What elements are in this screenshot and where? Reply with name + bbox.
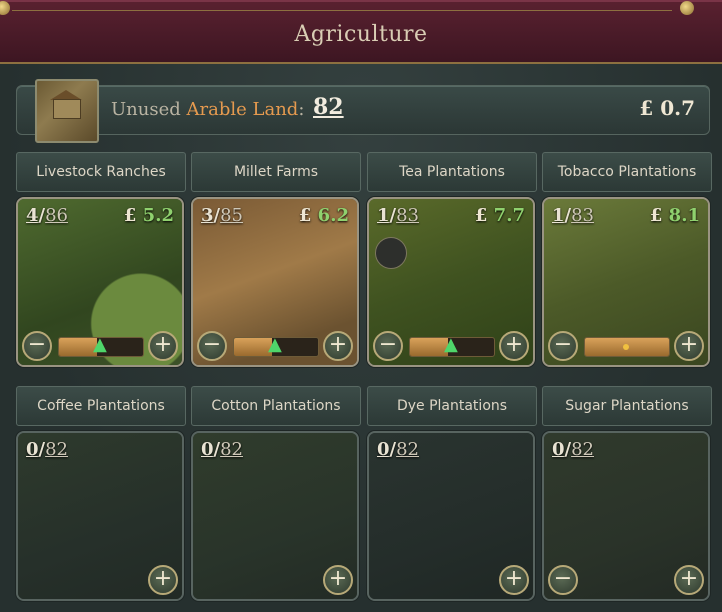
building-tile-sugar-plantations[interactable]: 0/82 − + [542, 431, 710, 601]
construction-progress-bar[interactable]: ▲ [233, 337, 319, 357]
level-value: 0 [552, 439, 565, 460]
construction-progress-bar[interactable]: ▲ [409, 337, 495, 357]
level-max: 82 [220, 439, 244, 460]
downsize-button[interactable]: − [548, 565, 578, 595]
unused-arable-land-bar: Unused Arable Land: 82 £ 0.7 [16, 79, 710, 143]
building-name-tobacco-plantations[interactable]: Tobacco Plantations [542, 152, 712, 192]
building-level[interactable]: 0/82 [552, 439, 594, 460]
page-title: Agriculture [294, 22, 428, 47]
building-tile-tobacco-plantations[interactable]: 1/83 £ 8.1 − + [542, 197, 710, 367]
building-level[interactable]: 0/82 [26, 439, 68, 460]
expand-button[interactable]: + [323, 565, 353, 595]
profit-value: 6.2 [317, 205, 349, 226]
arable-land-label: Unused Arable Land: [111, 99, 305, 120]
expand-button[interactable]: + [148, 565, 178, 595]
expand-button[interactable]: + [323, 331, 353, 361]
currency-icon: £ [123, 205, 143, 226]
level-value: 3 [201, 205, 214, 226]
building-name-millet-farms[interactable]: Millet Farms [191, 152, 361, 192]
title-divider [12, 10, 672, 11]
level-value: 1 [377, 205, 390, 226]
arable-land-money: £ 0.7 [639, 96, 695, 120]
arable-land-value[interactable]: 82 [313, 94, 344, 120]
building-level[interactable]: 0/82 [377, 439, 419, 460]
level-max: 83 [396, 205, 420, 226]
building-tile-cotton-plantations[interactable]: 0/82 + [191, 431, 359, 601]
building-tile-millet-farms[interactable]: 3/85 £ 6.2 − ▲ + [191, 197, 359, 367]
building-name-livestock-ranches[interactable]: Livestock Ranches [16, 152, 186, 192]
currency-icon: £ [474, 205, 494, 226]
corner-ornament-icon [680, 1, 694, 15]
progress-fill [410, 338, 448, 356]
progress-fill [234, 338, 272, 356]
building-level[interactable]: 4/86 [26, 205, 68, 226]
arable-land-link[interactable]: Arable Land [187, 99, 299, 120]
construction-progress-bar[interactable] [584, 337, 670, 357]
building-name-coffee-plantations[interactable]: Coffee Plantations [16, 386, 186, 426]
corner-ornament-icon [0, 1, 10, 15]
building-level[interactable]: 0/82 [201, 439, 243, 460]
profit-value: 8.1 [668, 205, 700, 226]
level-max: 82 [571, 439, 595, 460]
level-value: 0 [377, 439, 390, 460]
building-name-sugar-plantations[interactable]: Sugar Plantations [542, 386, 712, 426]
workforce-icon[interactable] [375, 237, 407, 269]
building-tile-dye-plantations[interactable]: 0/82 + [367, 431, 535, 601]
level-max: 86 [45, 205, 69, 226]
building-level[interactable]: 3/85 [201, 205, 243, 226]
building-profit: £ 7.7 [475, 205, 525, 226]
building-tile-coffee-plantations[interactable]: 0/82 + [16, 431, 184, 601]
building-name-dye-plantations[interactable]: Dye Plantations [367, 386, 537, 426]
downsize-button[interactable]: − [197, 331, 227, 361]
downsize-button[interactable]: − [373, 331, 403, 361]
expand-arrow-icon: ▲ [268, 337, 282, 355]
progress-fill [59, 338, 97, 356]
building-level[interactable]: 1/83 [552, 205, 594, 226]
level-max: 83 [571, 205, 595, 226]
level-max: 82 [45, 439, 69, 460]
expand-button[interactable]: + [148, 331, 178, 361]
expand-arrow-icon: ▲ [444, 337, 458, 355]
level-value: 1 [552, 205, 565, 226]
building-name-tea-plantations[interactable]: Tea Plantations [367, 152, 537, 192]
status-dot-icon [623, 344, 629, 350]
downsize-button[interactable]: − [548, 331, 578, 361]
building-profit: £ 5.2 [124, 205, 174, 226]
agriculture-panel: Agriculture Unused Arable Land: 82 £ 0.7… [0, 0, 722, 612]
profit-value: 5.2 [142, 205, 174, 226]
construction-progress-bar[interactable]: ▲ [58, 337, 144, 357]
expand-button[interactable]: + [499, 565, 529, 595]
level-value: 4 [26, 205, 39, 226]
building-profit: £ 8.1 [650, 205, 700, 226]
level-value: 0 [201, 439, 214, 460]
expand-button[interactable]: + [499, 331, 529, 361]
building-name-cotton-plantations[interactable]: Cotton Plantations [191, 386, 361, 426]
currency-icon: £ [649, 205, 669, 226]
building-tile-tea-plantations[interactable]: 1/83 £ 7.7 − ▲ + [367, 197, 535, 367]
profit-value: 7.7 [493, 205, 525, 226]
building-tile-livestock-ranches[interactable]: 4/86 £ 5.2 − ▲ + [16, 197, 184, 367]
currency-icon: £ [298, 205, 318, 226]
expand-arrow-icon: ▲ [93, 337, 107, 355]
level-max: 82 [396, 439, 420, 460]
downsize-button[interactable]: − [22, 331, 52, 361]
level-max: 85 [220, 205, 244, 226]
title-bar: Agriculture [0, 0, 722, 64]
level-value: 0 [26, 439, 39, 460]
expand-button[interactable]: + [674, 331, 704, 361]
building-level[interactable]: 1/83 [377, 205, 419, 226]
expand-button[interactable]: + [674, 565, 704, 595]
arable-land-icon [35, 79, 99, 143]
building-profit: £ 6.2 [299, 205, 349, 226]
